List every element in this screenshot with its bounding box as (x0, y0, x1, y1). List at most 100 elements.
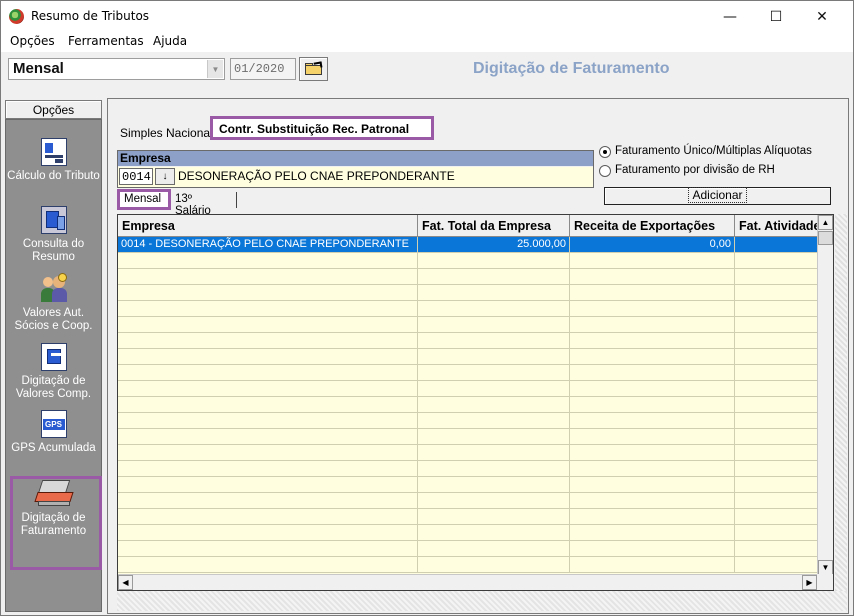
table-cell[interactable] (118, 333, 418, 349)
table-cell[interactable] (735, 253, 818, 269)
table-cell[interactable] (570, 445, 735, 461)
table-cell[interactable] (418, 413, 570, 429)
table-cell[interactable] (570, 285, 735, 301)
table-row[interactable] (118, 477, 818, 493)
table-cell[interactable] (118, 285, 418, 301)
competence-date-field[interactable]: 01/2020 (230, 58, 296, 80)
table-cell[interactable] (570, 541, 735, 557)
table-cell[interactable] (570, 557, 735, 573)
column-fat-atividade[interactable]: Fat. Atividade (735, 215, 818, 237)
table-row[interactable] (118, 397, 818, 413)
table-row[interactable] (118, 445, 818, 461)
table-cell[interactable] (418, 269, 570, 285)
table-cell[interactable] (118, 381, 418, 397)
table-cell[interactable] (570, 477, 735, 493)
table-cell[interactable] (418, 317, 570, 333)
table-cell[interactable] (570, 349, 735, 365)
table-cell[interactable] (118, 413, 418, 429)
table-cell[interactable] (118, 397, 418, 413)
table-cell[interactable] (735, 285, 818, 301)
table-cell[interactable] (570, 333, 735, 349)
menu-ferramentas[interactable]: Ferramentas (68, 34, 144, 48)
table-cell[interactable] (118, 541, 418, 557)
table-cell[interactable] (418, 349, 570, 365)
table-cell[interactable] (735, 381, 818, 397)
column-empresa[interactable]: Empresa (118, 215, 418, 237)
table-cell[interactable] (735, 237, 818, 253)
table-cell[interactable] (118, 509, 418, 525)
table-row[interactable] (118, 541, 818, 557)
menu-opcoes[interactable]: Opções (10, 34, 55, 48)
scroll-thumb[interactable] (818, 231, 833, 245)
table-cell[interactable] (735, 429, 818, 445)
table-cell[interactable] (118, 557, 418, 573)
table-cell[interactable] (570, 461, 735, 477)
table-cell[interactable] (118, 461, 418, 477)
tab-simples-nacional[interactable]: Simples Nacional (120, 126, 213, 140)
table-row[interactable]: 0014 - DESONERAÇÃO PELO CNAE PREPONDERAN… (118, 237, 818, 253)
table-cell[interactable] (570, 269, 735, 285)
maximize-button[interactable]: ☐ (753, 1, 799, 32)
close-button[interactable]: ✕ (799, 1, 845, 32)
table-row[interactable] (118, 317, 818, 333)
table-cell[interactable]: 0014 - DESONERAÇÃO PELO CNAE PREPONDERAN… (118, 237, 418, 253)
table-cell[interactable] (418, 301, 570, 317)
table-cell[interactable] (418, 285, 570, 301)
table-cell[interactable] (118, 493, 418, 509)
vertical-scrollbar[interactable]: ▲ ▼ (817, 215, 833, 575)
table-cell[interactable] (570, 429, 735, 445)
table-cell[interactable] (418, 429, 570, 445)
table-row[interactable] (118, 557, 818, 573)
table-cell[interactable] (735, 333, 818, 349)
table-cell[interactable] (118, 429, 418, 445)
chevron-down-icon[interactable]: ▼ (207, 60, 223, 78)
empresa-code-field[interactable]: 0014 (119, 168, 153, 185)
sidebar-item-calculo[interactable]: Cálculo do Tributo (6, 138, 101, 183)
table-cell[interactable] (418, 253, 570, 269)
table-cell[interactable] (735, 397, 818, 413)
sidebar-item-gps[interactable]: GPS GPS Acumulada (6, 410, 101, 455)
table-cell[interactable] (735, 461, 818, 477)
table-row[interactable] (118, 365, 818, 381)
table-cell[interactable] (418, 381, 570, 397)
table-cell[interactable] (418, 557, 570, 573)
table-cell[interactable] (570, 253, 735, 269)
table-cell[interactable] (735, 525, 818, 541)
sidebar-item-consulta[interactable]: Consulta do Resumo (6, 206, 101, 264)
table-cell[interactable] (418, 509, 570, 525)
table-cell[interactable] (418, 493, 570, 509)
table-cell[interactable] (735, 477, 818, 493)
table-cell[interactable] (418, 541, 570, 557)
column-receita-exportacoes[interactable]: Receita de Exportações (570, 215, 735, 237)
table-cell[interactable] (735, 349, 818, 365)
open-folder-button[interactable] (299, 57, 328, 81)
sidebar-header[interactable]: Opções (5, 100, 102, 119)
table-cell[interactable] (118, 445, 418, 461)
tab-contr-substituicao[interactable]: Contr. Substituição Rec. Patronal (210, 116, 434, 140)
table-cell[interactable] (118, 477, 418, 493)
table-cell[interactable] (735, 557, 818, 573)
radio-button[interactable] (599, 146, 611, 158)
table-cell[interactable] (118, 253, 418, 269)
table-cell[interactable] (118, 365, 418, 381)
table-row[interactable] (118, 525, 818, 541)
table-cell[interactable] (570, 525, 735, 541)
table-cell[interactable] (570, 397, 735, 413)
table-cell[interactable] (570, 365, 735, 381)
table-cell[interactable] (570, 381, 735, 397)
scroll-down-icon[interactable]: ▼ (818, 560, 833, 575)
column-fat-total[interactable]: Fat. Total da Empresa (418, 215, 570, 237)
table-row[interactable] (118, 349, 818, 365)
table-cell[interactable] (418, 445, 570, 461)
radio-button[interactable] (599, 165, 611, 177)
table-cell[interactable]: 0,00 (570, 237, 735, 253)
table-cell[interactable] (118, 317, 418, 333)
table-cell[interactable] (418, 461, 570, 477)
table-row[interactable] (118, 285, 818, 301)
period-select[interactable]: Mensal ▼ (8, 58, 225, 80)
table-cell[interactable] (570, 493, 735, 509)
table-row[interactable] (118, 333, 818, 349)
table-row[interactable] (118, 253, 818, 269)
table-cell[interactable] (735, 445, 818, 461)
table-row[interactable] (118, 269, 818, 285)
